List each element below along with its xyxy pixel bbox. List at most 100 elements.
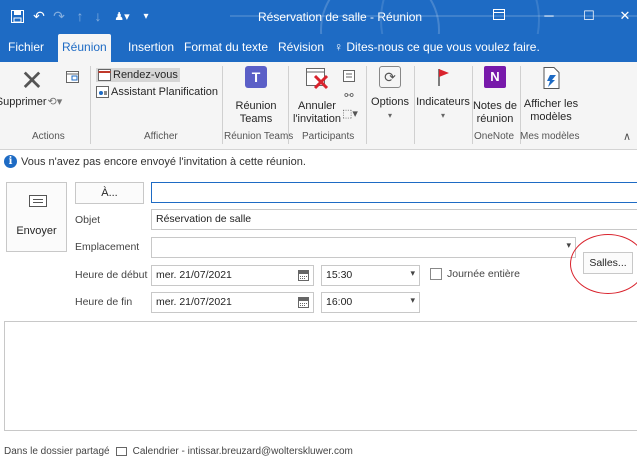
start-time-dropdown-icon: ▾	[410, 268, 415, 278]
save-icon[interactable]	[8, 6, 26, 26]
tab-fichier[interactable]: Fichier	[4, 34, 48, 62]
cancel-invitation-button[interactable]: Annuler l'invitation	[290, 66, 344, 126]
appointment-icon	[98, 69, 111, 81]
delete-label: Supprimer	[0, 96, 47, 108]
close-icon[interactable]: ✕	[614, 6, 636, 26]
start-date-value: mer. 21/07/2021	[156, 269, 232, 281]
info-bar: i Vous n'avez pas encore envoyé l'invita…	[4, 155, 306, 168]
group-separator	[288, 66, 289, 144]
group-separator	[366, 66, 367, 144]
calendar-small-icon[interactable]	[64, 70, 80, 87]
recycle-icon: ⟲▾	[47, 96, 63, 108]
group-label-actions: Actions	[32, 131, 65, 142]
calendar-icon[interactable]	[298, 297, 309, 308]
view-templates-button[interactable]: Afficher les modèles	[522, 66, 580, 124]
notes-label-1: Notes de	[472, 100, 518, 112]
templates-icon	[540, 66, 562, 90]
cancel-label-1: Annuler	[298, 100, 336, 112]
cancel-label-2: l'invitation	[293, 113, 341, 125]
shared-folder-label: Dans le dossier partagé	[4, 446, 110, 457]
scheduling-label: Assistant Planification	[111, 86, 218, 98]
options-icon: ⟳	[379, 66, 401, 88]
tags-button[interactable]: Indicateurs ▾	[414, 66, 472, 122]
group-label-teams: Réunion Teams	[224, 131, 294, 142]
subject-input[interactable]: Réservation de salle	[151, 209, 637, 230]
address-book-icon[interactable]	[342, 70, 356, 86]
ribbon-tabs: Fichier Réunion Insertion Format du text…	[0, 34, 637, 62]
tell-me-search[interactable]: ♀ Dites-nous ce que vous voulez faire.	[330, 34, 544, 62]
group-label-afficher: Afficher	[144, 131, 178, 142]
teams-label-1: Réunion	[235, 100, 277, 112]
tell-me-label: Dites-nous ce que vous voulez faire.	[346, 40, 540, 54]
to-input[interactable]	[151, 182, 637, 203]
send-label: Envoyer	[16, 225, 57, 237]
send-button[interactable]: Envoyer	[6, 182, 67, 252]
tab-reunion[interactable]: Réunion	[58, 34, 111, 62]
lightbulb-icon: ♀	[334, 40, 343, 54]
location-input[interactable]: ▾	[151, 237, 576, 258]
group-label-participants: Participants	[302, 131, 355, 142]
location-label: Emplacement	[75, 241, 140, 253]
start-time-value: 15:30	[326, 269, 353, 281]
delete-button[interactable]: ✕ Supprimer ⟲▾	[0, 65, 62, 109]
ribbon-display-options-icon[interactable]	[488, 6, 510, 26]
end-time-value: 16:00	[326, 296, 353, 308]
delete-x-icon: ✕	[20, 65, 44, 96]
ribbon: ✕ Supprimer ⟲▾ Actions Rendez-vous Assis…	[0, 62, 637, 150]
message-body[interactable]	[4, 321, 637, 431]
tab-revision[interactable]: Révision	[274, 34, 328, 62]
highlight-circle	[570, 234, 637, 294]
undo-icon[interactable]: ↶	[30, 6, 48, 26]
start-time-label: Heure de début	[75, 269, 148, 281]
end-time-label: Heure de fin	[75, 296, 133, 308]
location-dropdown-icon[interactable]: ▾	[566, 240, 571, 251]
customize-quick-access-icon[interactable]: ▾	[140, 6, 152, 26]
options-dropdown-icon: ▾	[387, 111, 392, 120]
group-separator	[90, 66, 91, 144]
redo-icon: ↷	[53, 7, 65, 24]
check-names-icon[interactable]: ⚯	[342, 90, 356, 103]
window-title: Réservation de salle - Réunion	[258, 10, 423, 24]
options-button[interactable]: ⟳ Options ▾	[368, 66, 412, 122]
start-time-select[interactable]: 15:30 ▾	[321, 265, 420, 286]
end-time-dropdown-icon: ▾	[410, 295, 415, 305]
teams-meeting-button[interactable]: T Réunion Teams	[226, 66, 286, 126]
calendar-icon	[115, 447, 127, 456]
attendees-icon[interactable]: ♟▾	[110, 6, 134, 26]
info-message: Vous n'avez pas encore envoyé l'invitati…	[21, 155, 306, 168]
all-day-checkbox[interactable]	[430, 268, 442, 280]
minimize-icon[interactable]: ─	[538, 6, 560, 26]
tab-format-texte[interactable]: Format du texte	[180, 34, 272, 62]
group-separator	[222, 66, 223, 144]
to-button[interactable]: À...	[75, 182, 144, 204]
notes-label-2: réunion	[476, 113, 514, 125]
meeting-notes-button[interactable]: N Notes de réunion	[470, 66, 520, 126]
scheduling-assistant-button[interactable]: Assistant Planification	[96, 86, 218, 98]
appointment-label: Rendez-vous	[113, 69, 178, 81]
status-bar: Dans le dossier partagé Calendrier - int…	[0, 446, 637, 457]
start-date-input[interactable]: mer. 21/07/2021	[151, 265, 314, 286]
end-time-select[interactable]: 16:00 ▾	[321, 292, 420, 313]
options-label: Options	[371, 96, 409, 108]
group-label-templates: Mes modèles	[520, 131, 580, 142]
cancel-invitation-icon	[305, 66, 329, 90]
send-envelope-icon	[29, 195, 47, 207]
end-date-input[interactable]: mer. 21/07/2021	[151, 292, 314, 313]
info-icon: i	[4, 155, 17, 168]
calendar-icon[interactable]	[298, 270, 309, 281]
subject-label: Objet	[75, 214, 101, 226]
templates-label-1: Afficher les	[523, 98, 579, 110]
onenote-icon: N	[484, 66, 506, 88]
down-arrow-icon: ↓	[94, 8, 102, 24]
up-arrow-icon: ↑	[76, 8, 84, 24]
flag-icon	[432, 66, 454, 88]
appointment-button[interactable]: Rendez-vous	[96, 68, 180, 82]
tab-insertion[interactable]: Insertion	[124, 34, 178, 62]
all-day-label: Journée entière	[447, 268, 520, 280]
collapse-ribbon-icon[interactable]: ∧	[623, 130, 631, 143]
title-bar: ↶ ↷ ↑ ↓ ♟▾ ▾ Réservation de salle - Réun…	[0, 0, 637, 34]
end-date-value: mer. 21/07/2021	[156, 296, 232, 308]
response-options-icon[interactable]: ⬚▾	[340, 108, 360, 121]
maximize-icon[interactable]: ☐	[578, 6, 600, 26]
templates-label-2: modèles	[530, 111, 572, 123]
